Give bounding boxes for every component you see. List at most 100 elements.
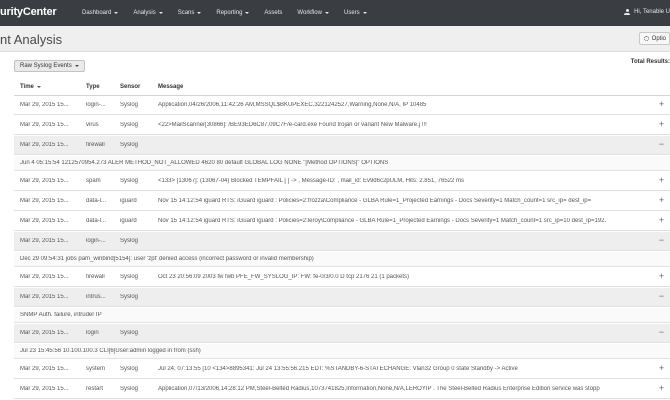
cell-time: Mar 29, 2015 15...: [20, 218, 69, 224]
expand-icon[interactable]: +: [657, 216, 666, 225]
expand-icon[interactable]: +: [657, 196, 666, 205]
nav-item-workflow[interactable]: Workflow: [297, 10, 329, 16]
cell-time: Mar 29, 2015 15...: [20, 274, 69, 280]
options-button[interactable]: Optio: [638, 32, 670, 45]
results-table-body: Mar 29, 2015 15... login-... Syslog Applica…: [14, 96, 670, 400]
nav-item-analysis[interactable]: Analysis: [133, 10, 163, 16]
table-header: Time Type Sensor Message: [14, 80, 670, 96]
cell-type: spam: [86, 178, 101, 184]
nav-item-scans[interactable]: Scans: [178, 10, 202, 16]
cell-type: restart: [86, 386, 104, 392]
collapse-icon[interactable]: −: [657, 236, 666, 245]
column-header-type[interactable]: Type: [86, 84, 100, 90]
collapse-icon[interactable]: −: [657, 328, 666, 337]
expand-icon[interactable]: +: [657, 364, 666, 373]
table-row[interactable]: Mar 29, 2015 15... login Syslog −: [14, 324, 670, 343]
table-row[interactable]: Mar 29, 2015 15... data-l... iguard Nov 15 …: [14, 212, 670, 231]
row-detail-text: SNMP Auth. failure, intruder IP: [20, 312, 102, 318]
chevron-down-icon: [245, 12, 250, 14]
nav-item-label: Scans: [177, 10, 195, 16]
cell-time: Mar 29, 2015 15...: [20, 122, 69, 128]
cell-time: Mar 29, 2015 15...: [20, 386, 69, 392]
expand-icon[interactable]: +: [657, 100, 666, 109]
view-selector-dropdown[interactable]: Raw Syslog Events: [14, 60, 85, 72]
table-row[interactable]: Mar 29, 2015 15... restart Syslog Applicati…: [14, 380, 670, 399]
cell-type: login-...: [86, 102, 106, 108]
cell-message: Oct 23 20:56:09 2003 fw fwb PFE_FW_SYSLO…: [158, 274, 410, 280]
cell-type: firewall: [86, 274, 105, 280]
cell-sensor: Syslog: [120, 294, 139, 300]
expand-icon[interactable]: +: [657, 120, 666, 129]
cell-sensor: Syslog: [120, 366, 139, 372]
cell-sensor: Syslog: [120, 142, 139, 148]
table-row[interactable]: Mar 29, 2015 15... spam Syslog <133> [13067…: [14, 172, 670, 191]
cell-time: Mar 29, 2015 15...: [20, 102, 69, 108]
sort-descending-icon: [36, 86, 41, 88]
total-results-label: Total Results:: [630, 59, 670, 65]
collapse-icon[interactable]: −: [657, 140, 666, 149]
column-header-type-label: Type: [86, 84, 100, 90]
row-detail: SNMP Auth. failure, intruder IP: [14, 308, 670, 323]
nav-item-label: Analysis: [133, 10, 156, 16]
column-header-sensor[interactable]: Sensor: [120, 84, 140, 90]
column-header-time[interactable]: Time: [20, 84, 41, 90]
chevron-down-icon: [74, 65, 79, 67]
chevron-down-icon: [158, 12, 163, 14]
table-row[interactable]: Mar 29, 2015 15... login-... Syslog Applica…: [14, 96, 670, 115]
cell-message: Application,07/13/2006,14:28:12 PM,Steel…: [158, 386, 600, 392]
row-detail-text: Dec 29 09:54:31 jobs pam_winbind[5154]: …: [20, 256, 314, 262]
cell-type: system: [86, 366, 106, 372]
cell-sensor: Syslog: [120, 274, 139, 280]
row-detail-text: Jun 4 05:15:54 1212570954.273 ALER METHO…: [20, 160, 389, 166]
nav-item-reporting[interactable]: Reporting: [216, 10, 250, 16]
nav-item-label: Dashboard: [82, 10, 112, 16]
collapse-icon[interactable]: −: [657, 292, 666, 301]
table-row[interactable]: Mar 29, 2015 15... firewall Syslog Oct 23 2…: [14, 268, 670, 287]
cell-message: Jul 24, 07:13:55 [10 <134>8895341: Jul 2…: [158, 366, 518, 372]
table-row[interactable]: Mar 29, 2015 15... firewall Syslog −: [14, 136, 670, 155]
nav-item-dashboard[interactable]: Dashboard: [82, 10, 119, 16]
page-header: nt Analysis Optio: [0, 26, 670, 52]
expand-icon[interactable]: +: [657, 272, 666, 281]
cell-sensor: iguard: [120, 198, 137, 204]
cell-sensor: Syslog: [120, 238, 139, 244]
table-row[interactable]: Mar 29, 2015 15... intrus... Syslog −: [14, 288, 670, 307]
row-detail-text: Jul 23 15:45:56 10.100.100.3 CLI[6]User:…: [20, 348, 201, 354]
row-detail: Jun 4 05:15:54 1212570954.273 ALER METHO…: [14, 156, 670, 171]
options-button-label: Optio: [651, 35, 666, 42]
results-toolbar: Raw Syslog Events Total Results:: [0, 52, 670, 80]
expand-icon[interactable]: +: [657, 384, 666, 393]
nav-item-assets[interactable]: Assets: [264, 10, 282, 16]
cell-time: Mar 29, 2015 15...: [20, 178, 69, 184]
cell-time: Mar 29, 2015 15...: [20, 294, 69, 300]
cell-type: virus: [86, 122, 99, 128]
cell-sensor: Syslog: [120, 178, 139, 184]
table-row[interactable]: Mar 29, 2015 15... virus Syslog <22>MailSca…: [14, 116, 670, 135]
table-row[interactable]: Mar 29, 2015 15... login-... Syslog −: [14, 232, 670, 251]
table-row[interactable]: Mar 29, 2015 15... system Syslog Jul 24, 07…: [14, 360, 670, 379]
table-row[interactable]: Mar 29, 2015 15... data-l... iguard Nov 15 …: [14, 192, 670, 211]
column-header-message-label: Message: [158, 84, 184, 90]
nav-item-label: Reporting: [216, 10, 243, 16]
chevron-down-icon: [114, 12, 119, 14]
cell-time: Mar 29, 2015 15...: [20, 198, 69, 204]
row-detail: Jul 23 15:45:56 10.100.100.3 CLI[6]User:…: [14, 344, 670, 359]
app-logo[interactable]: urityCenter: [0, 6, 57, 18]
cell-time: Mar 29, 2015 15...: [20, 238, 69, 244]
column-header-message[interactable]: Message: [158, 84, 183, 90]
cell-sensor: Syslog: [120, 102, 139, 108]
user-menu[interactable]: Hi, Tenable U: [624, 9, 670, 15]
cell-type: firewall: [86, 142, 105, 148]
cell-sensor: Syslog: [120, 122, 139, 128]
cell-message: Nov 15 14:12:54 iguard RTS: iGuard iguar…: [158, 198, 592, 204]
user-icon: [624, 9, 631, 15]
cell-type: login-...: [86, 238, 106, 244]
chevron-down-icon: [197, 12, 202, 14]
expand-icon[interactable]: +: [657, 176, 666, 185]
cell-type: login: [86, 330, 99, 336]
row-detail: Dec 29 09:54:31 jobs pam_winbind[5154]: …: [14, 252, 670, 267]
cell-sensor: iguard: [120, 218, 137, 224]
nav-item-users[interactable]: Users: [344, 10, 367, 16]
nav-item-label: Assets: [264, 10, 283, 16]
chevron-down-icon: [324, 12, 329, 14]
